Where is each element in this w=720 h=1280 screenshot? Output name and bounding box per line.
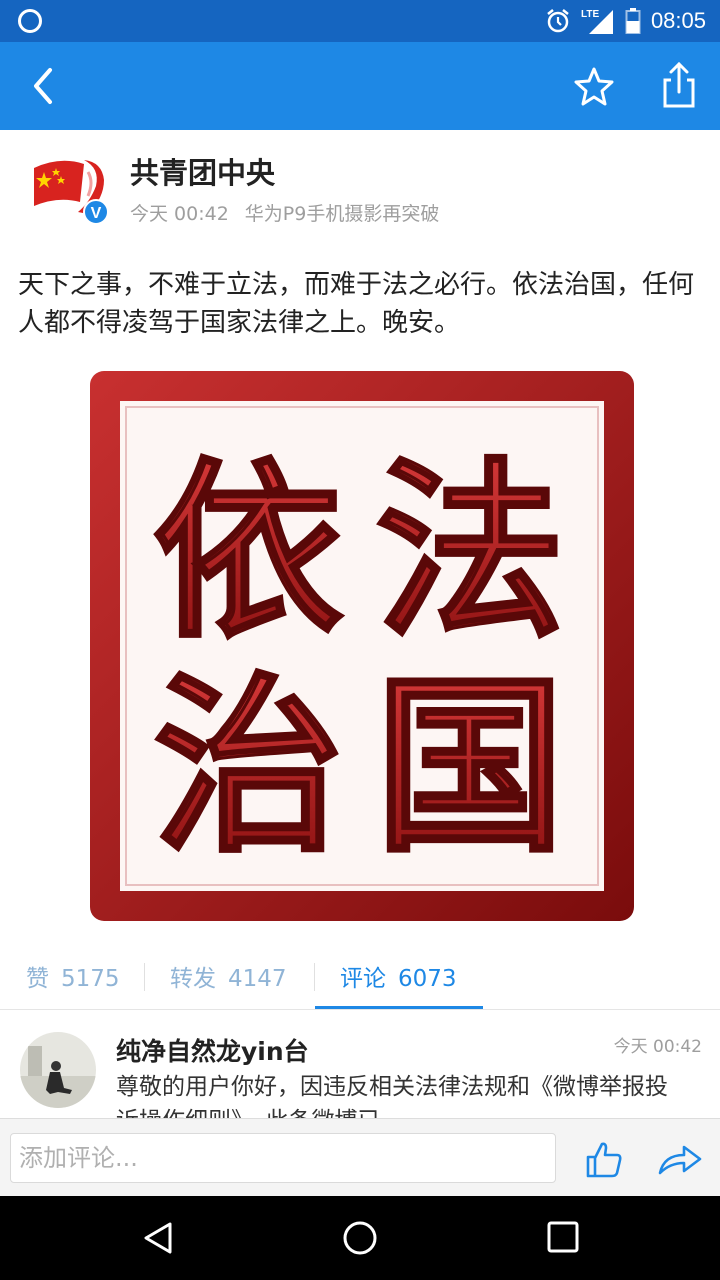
- clock: 08:05: [650, 8, 706, 33]
- likes-label: 赞: [26, 966, 49, 992]
- tab-likes[interactable]: 赞 5175: [26, 959, 120, 993]
- post-image[interactable]: 依 法 治 国: [80, 363, 640, 928]
- lte-signal-icon: LTE: [581, 9, 613, 34]
- seal-char-3: 治: [153, 657, 343, 878]
- like-thumb-icon[interactable]: [584, 1139, 624, 1179]
- post-time: 今天 00:42: [130, 203, 229, 225]
- tab-separator: [144, 963, 145, 991]
- commenter-name[interactable]: 纯净自然龙yin台: [116, 1032, 309, 1068]
- author-name[interactable]: 共青团中央: [130, 150, 275, 192]
- commenter-avatar[interactable]: [20, 1032, 96, 1108]
- svg-text:V: V: [91, 205, 102, 222]
- nav-recents-icon[interactable]: [546, 1220, 580, 1254]
- nav-back-icon[interactable]: [138, 1218, 178, 1258]
- tab-separator: [314, 963, 315, 991]
- comment-time: 今天 00:42: [613, 1037, 702, 1057]
- seal-char-2: 法: [375, 442, 565, 663]
- stats-tabs: 赞 5175 转发 4147 评论 6073: [0, 945, 720, 1009]
- share-icon[interactable]: [655, 60, 703, 110]
- back-arrow-icon[interactable]: [22, 62, 70, 110]
- post-meta: 今天 00:42 华为P9手机摄影再突破: [130, 199, 439, 226]
- seal-char-4: 国: [375, 657, 565, 878]
- alarm-icon: [547, 9, 569, 33]
- system-nav-bar: [0, 1196, 720, 1280]
- post-source: 华为P9手机摄影再突破: [244, 203, 440, 225]
- comments-count: 6073: [398, 966, 457, 992]
- divider: [0, 1009, 720, 1010]
- comments-label: 评论: [340, 966, 386, 992]
- comment-input[interactable]: 添加评论...: [10, 1133, 556, 1183]
- reposts-count: 4147: [228, 966, 287, 992]
- author-avatar[interactable]: V: [30, 152, 112, 224]
- app-bar: [0, 42, 720, 130]
- reposts-label: 转发: [170, 966, 216, 992]
- favorite-star-icon[interactable]: [570, 62, 618, 110]
- status-bar: LTE 08:05: [0, 0, 720, 42]
- comment-text: 尊敬的用户你好，因违反相关法律法规和《微博举报投诉操作细则》，此条微博已: [116, 1074, 668, 1118]
- svg-text:LTE: LTE: [581, 9, 599, 20]
- tab-reposts[interactable]: 转发 4147: [170, 959, 287, 993]
- battery-icon: [625, 8, 641, 34]
- forward-arrow-icon[interactable]: [656, 1141, 704, 1177]
- post-text: 天下之事，不难于立法，而难于法之必行。依法治国，任何人都不得凌驾于国家法律之上。…: [18, 270, 695, 338]
- nav-home-icon[interactable]: [340, 1218, 380, 1258]
- seal-char-1: 依: [153, 442, 343, 663]
- comment-bar: 添加评论...: [0, 1118, 720, 1196]
- tab-comments[interactable]: 评论 6073: [340, 959, 457, 993]
- notification-circle-icon: [18, 9, 42, 33]
- likes-count: 5175: [61, 966, 120, 992]
